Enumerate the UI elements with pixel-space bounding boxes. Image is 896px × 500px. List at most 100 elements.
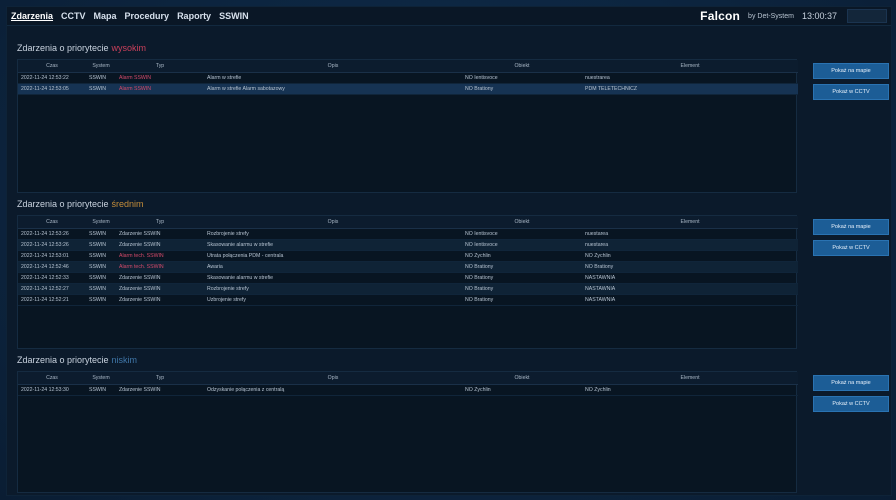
cell-system: SSWIN [86, 283, 116, 295]
header-obiekt[interactable]: Obiekt [462, 60, 582, 73]
nav-cctv[interactable]: CCTV [61, 11, 86, 21]
cell-element: PDM TELETECHNICZ [582, 83, 798, 95]
section-title: Zdarzenia o priorytecie niskim [17, 353, 889, 367]
cell-element: NASTAWNIA [582, 272, 798, 284]
table-header-row: Czas System Typ Opis Obiekt Element [18, 372, 798, 385]
table-row[interactable]: 2022-11-24 12:53:01 SSWIN Alarm tech. SS… [18, 250, 798, 262]
cell-time: 2022-11-24 12:53:26 [18, 228, 86, 240]
cell-type: Zdarzenie SSWIN [116, 283, 204, 295]
nav-zdarzenia[interactable]: Zdarzenia [11, 11, 53, 21]
nav-raporty[interactable]: Raporty [177, 11, 211, 21]
header-obiekt[interactable]: Obiekt [462, 372, 582, 385]
user-menu-button[interactable] [847, 9, 887, 23]
events-table-panel: Czas System Typ Opis Obiekt Element 2022… [17, 59, 798, 193]
cell-element: NO Zychlin [582, 384, 798, 396]
section-title-text: Zdarzenia o priorytecie [17, 199, 109, 209]
header-element[interactable]: Element [582, 216, 798, 229]
header-czas[interactable]: Czas [18, 372, 86, 385]
priority-label: wysokim [111, 43, 147, 53]
header-typ[interactable]: Typ [116, 216, 204, 229]
header-opis[interactable]: Opis [204, 60, 462, 73]
cell-description: Awaria [204, 261, 462, 273]
cell-element: NO Zychlin [582, 250, 798, 262]
priority-label: niskim [111, 355, 138, 365]
cell-description: Uzbrojenie strefy [204, 294, 462, 306]
cell-element: nuestarea [582, 228, 798, 240]
section-title-text: Zdarzenia o priorytecie [17, 355, 109, 365]
table-row[interactable]: 2022-11-24 12:52:33 SSWIN Zdarzenie SSWI… [18, 272, 798, 284]
show-on-map-button[interactable]: Pokaż na mapie [813, 375, 889, 391]
section-title: Zdarzenia o priorytecie wysokim [17, 41, 889, 55]
header-system[interactable]: System [86, 216, 116, 229]
table-row[interactable]: 2022-11-24 12:53:30 SSWIN Zdarzenie SSWI… [18, 384, 798, 396]
cell-object: NO Brationy [462, 261, 582, 273]
cell-system: SSWIN [86, 239, 116, 251]
table-row[interactable]: 2022-11-24 12:52:46 SSWIN Alarm tech. SS… [18, 261, 798, 273]
cell-object: NO Ientisvoce [462, 239, 582, 251]
table-row[interactable]: 2022-11-24 12:52:27 SSWIN Zdarzenie SSWI… [18, 283, 798, 295]
header-element[interactable]: Element [582, 372, 798, 385]
cell-element: nuestarea [582, 239, 798, 251]
brand-area: Falcon by Det-System 13:00:37 [700, 9, 887, 23]
cell-system: SSWIN [86, 250, 116, 262]
section-priority-high: Zdarzenia o priorytecie wysokim Czas Syst… [17, 41, 889, 193]
nav-sswin[interactable]: SSWIN [219, 11, 249, 21]
cell-time: 2022-11-24 12:53:05 [18, 83, 86, 95]
header-obiekt[interactable]: Obiekt [462, 216, 582, 229]
cell-description: Rozbrojenie strefy [204, 228, 462, 240]
events-table-panel: Czas System Typ Opis Obiekt Element 2022… [17, 215, 798, 349]
section-priority-medium: Zdarzenia o priorytecie średnim Czas Syst… [17, 197, 889, 349]
cell-type: Zdarzenie SSWIN [116, 239, 204, 251]
header-czas[interactable]: Czas [18, 216, 86, 229]
events-table: Czas System Typ Opis Obiekt Element 2022… [18, 60, 798, 95]
cell-time: 2022-11-24 12:52:27 [18, 283, 86, 295]
show-in-cctv-button[interactable]: Pokaż w CCTV [813, 240, 889, 256]
cell-type: Alarm tech. SSWIN [116, 261, 204, 273]
brand-vendor: by Det-System [748, 12, 794, 20]
show-in-cctv-button[interactable]: Pokaż w CCTV [813, 396, 889, 412]
cell-description: Odzyskanie połączenia z centralą [204, 384, 462, 396]
header-opis[interactable]: Opis [204, 372, 462, 385]
cell-system: SSWIN [86, 228, 116, 240]
header-element[interactable]: Element [582, 60, 798, 73]
cell-time: 2022-11-24 12:52:33 [18, 272, 86, 284]
cell-time: 2022-11-24 12:53:22 [18, 72, 86, 84]
show-in-cctv-button[interactable]: Pokaż w CCTV [813, 84, 889, 100]
header-system[interactable]: System [86, 372, 116, 385]
table-header-row: Czas System Typ Opis Obiekt Element [18, 60, 798, 73]
events-table-panel: Czas System Typ Opis Obiekt Element 2022… [17, 371, 798, 493]
table-row[interactable]: 2022-11-24 12:53:26 SSWIN Zdarzenie SSWI… [18, 228, 798, 240]
header-system[interactable]: System [86, 60, 116, 73]
cell-type: Zdarzenie SSWIN [116, 272, 204, 284]
cell-time: 2022-11-24 12:53:01 [18, 250, 86, 262]
nav-mapa[interactable]: Mapa [94, 11, 117, 21]
nav-procedury[interactable]: Procedury [125, 11, 170, 21]
show-on-map-button[interactable]: Pokaż na mapie [813, 219, 889, 235]
table-row[interactable]: 2022-11-24 12:52:21 SSWIN Zdarzenie SSWI… [18, 294, 798, 306]
table-row[interactable]: 2022-11-24 12:53:22 SSWIN Alarm SSWIN Al… [18, 72, 798, 84]
cell-type: Zdarzenie SSWIN [116, 384, 204, 396]
header-opis[interactable]: Opis [204, 216, 462, 229]
cell-description: Alarm w strefie [204, 72, 462, 84]
table-header-row: Czas System Typ Opis Obiekt Element [18, 216, 798, 229]
table-row[interactable]: 2022-11-24 12:53:26 SSWIN Zdarzenie SSWI… [18, 239, 798, 251]
cell-description: Rozbrojenie strefy [204, 283, 462, 295]
cell-object: NO Brationy [462, 283, 582, 295]
show-on-map-button[interactable]: Pokaż na mapie [813, 63, 889, 79]
cell-system: SSWIN [86, 272, 116, 284]
cell-system: SSWIN [86, 294, 116, 306]
cell-type: Alarm SSWIN [116, 83, 204, 95]
cell-description: Skasowanie alarmu w strefie [204, 272, 462, 284]
table-row[interactable]: 2022-11-24 12:53:05 SSWIN Alarm SSWIN Al… [18, 83, 798, 95]
falcon-logo: Falcon [700, 9, 741, 23]
clock: 13:00:37 [801, 11, 837, 21]
header-typ[interactable]: Typ [116, 60, 204, 73]
cell-system: SSWIN [86, 261, 116, 273]
header-typ[interactable]: Typ [116, 372, 204, 385]
cell-type: Zdarzenie SSWIN [116, 228, 204, 240]
cell-type: Zdarzenie SSWIN [116, 294, 204, 306]
cell-time: 2022-11-24 12:53:26 [18, 239, 86, 251]
header-czas[interactable]: Czas [18, 60, 86, 73]
cell-system: SSWIN [86, 384, 116, 396]
section-actions: Pokaż na mapie Pokaż w CCTV [813, 63, 889, 100]
